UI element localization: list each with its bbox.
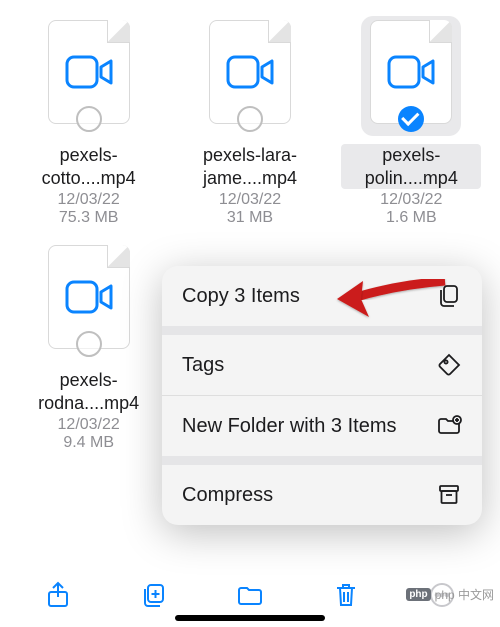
file-item[interactable]: pexels-lara-jame....mp4 12/03/22 31 MB [169,10,330,235]
menu-label: New Folder with 3 Items [182,414,397,439]
archive-icon [436,482,462,508]
file-item[interactable]: pexels-cotto....mp4 12/03/22 75.3 MB [8,10,169,235]
file-name: pexels-polin....mp4 [341,144,481,189]
file-icon-wrap [39,16,139,136]
context-menu: Copy 3 Items Tags New Folder with 3 Item… [162,266,482,525]
file-item[interactable]: pexels-rodna....mp4 12/03/22 9.4 MB [8,235,169,460]
file-icon-wrap [200,16,300,136]
share-button[interactable] [42,579,74,611]
file-date: 12/03/22 [219,191,281,209]
menu-label: Tags [182,353,224,378]
menu-tags[interactable]: Tags [162,335,482,395]
file-name: pexels-rodna....mp4 [19,369,159,414]
duplicate-button[interactable] [138,579,170,611]
file-icon-wrap [39,241,139,361]
delete-button[interactable] [330,579,362,611]
file-date: 12/03/22 [58,191,120,209]
copy-icon [436,283,462,309]
file-date: 12/03/22 [58,416,120,434]
selection-circle[interactable] [76,331,102,357]
file-icon-wrap [361,16,461,136]
home-indicator[interactable] [175,615,325,621]
selection-circle[interactable] [76,106,102,132]
file-size: 9.4 MB [63,434,114,452]
file-name: pexels-lara-jame....mp4 [180,144,320,189]
selection-checkmark[interactable] [398,106,424,132]
file-name: pexels-cotto....mp4 [19,144,159,189]
file-date: 12/03/22 [380,191,442,209]
selection-circle[interactable] [237,106,263,132]
move-button[interactable] [234,579,266,611]
menu-copy[interactable]: Copy 3 Items [162,266,482,326]
file-size: 1.6 MB [386,209,437,227]
menu-label: Compress [182,483,273,508]
menu-label: Copy 3 Items [182,284,300,309]
tag-icon [436,352,462,378]
watermark: phpphp 中文网 [406,586,494,603]
file-size: 31 MB [227,209,273,227]
menu-new-folder[interactable]: New Folder with 3 Items [162,396,482,456]
file-size: 75.3 MB [59,209,119,227]
file-item-selected[interactable]: pexels-polin....mp4 12/03/22 1.6 MB [331,10,492,235]
folder-add-icon [436,413,462,439]
menu-compress[interactable]: Compress [162,465,482,525]
